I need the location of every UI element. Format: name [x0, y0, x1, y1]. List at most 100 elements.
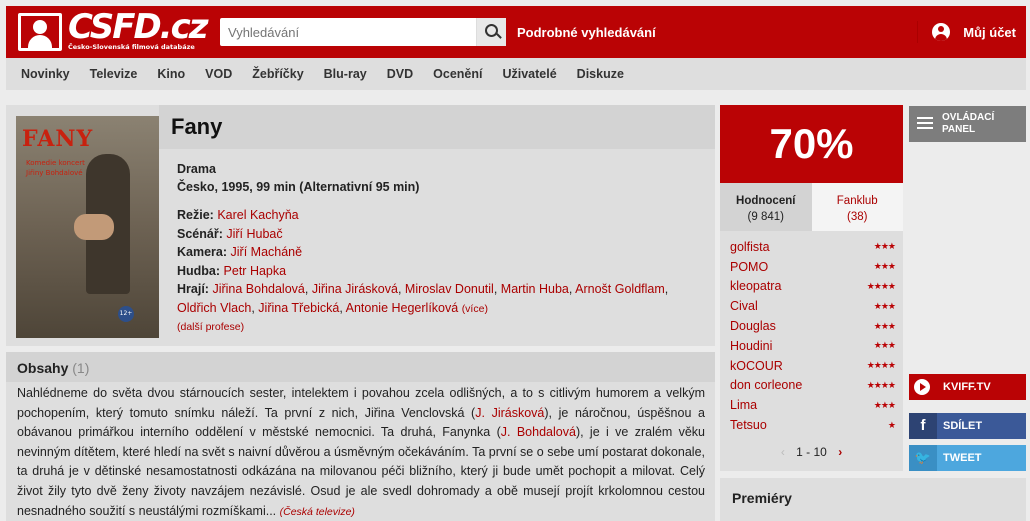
chevron-left-icon[interactable]: ‹	[781, 445, 785, 459]
logo-subtitle: Česko-Slovenská filmová databáze	[68, 43, 195, 51]
premieres-title: Premiéry	[732, 490, 792, 506]
nav-item-uzivatele[interactable]: Uživatelé	[502, 67, 556, 81]
pager-range: 1 - 10	[796, 445, 827, 459]
creator-row-cast: Hrají: Jiřina Bohdalová, Jiřina Jiráskov…	[177, 282, 669, 315]
tweet-label: TWEET	[943, 452, 982, 464]
main-nav: Novinky Televize Kino VOD Žebříčky Blu-r…	[6, 58, 1026, 90]
search-icon[interactable]	[476, 18, 506, 46]
cast-link[interactable]: Antonie Hegerlíková	[346, 301, 459, 315]
cast-link[interactable]: Jiřina Jirásková	[312, 282, 398, 296]
list-item: kOCOUR ★★★★	[730, 356, 896, 376]
rating-user-link[interactable]: kleopatra	[730, 279, 781, 293]
chevron-right-icon[interactable]: ›	[838, 445, 842, 459]
advanced-search-link[interactable]: Podrobné vyhledávání	[517, 25, 656, 40]
creator-row-directing: Režie: Karel Kachyňa	[177, 208, 299, 222]
nav-item-zebricky[interactable]: Žebříčky	[252, 67, 303, 81]
composer-link[interactable]: Petr Hapka	[224, 264, 287, 278]
poster-rating-badge: 12+	[118, 306, 134, 322]
director-link[interactable]: Karel Kachyňa	[217, 208, 298, 222]
list-item: Houdini ★★★	[730, 336, 896, 356]
rating-user-link[interactable]: golfista	[730, 240, 770, 254]
poster-child	[74, 214, 114, 240]
star-rating-icon: ★★★	[873, 241, 896, 252]
list-item: POMO ★★★	[730, 257, 896, 277]
film-creators: Režie: Karel Kachyňa Scénář: Jiří Hubač …	[177, 206, 707, 336]
rating-pager: ‹ 1 - 10 ›	[720, 445, 903, 459]
control-panel-button[interactable]: OVLÁDACÍ PANEL	[909, 106, 1026, 142]
creator-row-screenplay: Scénář: Jiří Hubač	[177, 226, 283, 241]
rating-user-link[interactable]: kOCOUR	[730, 359, 783, 373]
kviff-tv-button[interactable]: KVIFF.TV	[909, 374, 1026, 400]
nav-item-diskuze[interactable]: Diskuze	[577, 67, 624, 81]
rating-user-link[interactable]: Douglas	[730, 319, 776, 333]
list-item: golfista ★★★	[730, 237, 896, 257]
more-professions-link[interactable]: (další profese)	[177, 318, 707, 336]
cast-link[interactable]: Martin Huba	[501, 282, 569, 296]
film-genre: Drama	[177, 162, 216, 176]
poster-subtitle: Komedie koncert Jiřiny Bohdalové	[26, 159, 85, 177]
account-label: Můj účet	[963, 24, 1016, 40]
rating-user-list: golfista ★★★ POMO ★★★ kleopatra ★★★★ Cival ★…	[730, 237, 896, 435]
share-button[interactable]: f SDÍLET	[909, 413, 1026, 439]
search-input[interactable]	[220, 18, 470, 46]
twitter-icon: 🐦	[909, 445, 937, 471]
rating-percent: 70%	[720, 105, 903, 183]
rating-user-link[interactable]: don corleone	[730, 378, 802, 392]
play-icon	[909, 374, 937, 400]
site-logo[interactable]: CSFD.cz Česko-Slovenská filmová databáze	[18, 7, 209, 51]
cast-more-link[interactable]: (více)	[462, 303, 488, 315]
nav-item-novinky[interactable]: Novinky	[21, 67, 70, 81]
nav-item-bluray[interactable]: Blu-ray	[324, 67, 367, 81]
cast-link[interactable]: Jiřina Bohdalová	[212, 282, 304, 296]
cast-link[interactable]: Miroslav Donutil	[405, 282, 494, 296]
plot-header: Obsahy (1)	[6, 352, 715, 382]
logo-text: CSFD.cz	[68, 7, 209, 47]
rating-user-link[interactable]: Houdini	[730, 339, 772, 353]
cast-link[interactable]: Oldřich Vlach	[177, 301, 251, 315]
list-item: don corleone ★★★★	[730, 376, 896, 396]
creator-row-camera: Kamera: Jiří Macháně	[177, 245, 303, 259]
nav-item-dvd[interactable]: DVD	[387, 67, 413, 81]
premieres-section: Premiéry	[720, 478, 1026, 521]
account-button[interactable]: Můj účet	[917, 21, 1016, 43]
nav-item-vod[interactable]: VOD	[205, 67, 232, 81]
film-header: Fany	[159, 105, 715, 149]
star-rating-icon: ★★★	[873, 261, 896, 272]
star-rating-icon: ★★★★	[866, 379, 896, 390]
nav-item-kino[interactable]: Kino	[157, 67, 185, 81]
film-origin: Česko, 1995, 99 min (Alternativní 95 min…	[177, 180, 420, 194]
rating-user-link[interactable]: Cival	[730, 299, 758, 313]
rating-user-link[interactable]: Tetsuo	[730, 418, 767, 432]
tweet-button[interactable]: 🐦 TWEET	[909, 445, 1026, 471]
plot-text: Nahlédneme do světa dvou stárnoucích ses…	[17, 386, 705, 518]
screenwriter-link[interactable]: Jiří Hubač	[226, 227, 282, 241]
plot-actor-link[interactable]: J. Jirásková	[475, 406, 544, 420]
list-item: Cival ★★★	[730, 296, 896, 316]
nav-item-oceneni[interactable]: Ocenění	[433, 67, 482, 81]
star-rating-icon: ★★★	[873, 320, 896, 331]
rating-user-link[interactable]: Lima	[730, 398, 757, 412]
tab-fanclub[interactable]: Fanklub (38)	[811, 183, 903, 231]
rating-tabs: Hodnocení (9 841) Fanklub (38)	[720, 183, 903, 231]
film-poster[interactable]: FANY Komedie koncert Jiřiny Bohdalové 12…	[16, 116, 159, 338]
star-rating-icon: ★★★	[873, 300, 896, 311]
star-rating-icon: ★	[887, 419, 896, 430]
plot-actor-link[interactable]: J. Bohdalová	[501, 425, 576, 439]
cast-link[interactable]: Jiřina Třebická	[258, 301, 339, 315]
plot-source[interactable]: (Česká televize)	[280, 506, 355, 518]
rating-user-link[interactable]: POMO	[730, 260, 768, 274]
nav-item-televize[interactable]: Televize	[90, 67, 138, 81]
tab-ratings[interactable]: Hodnocení (9 841)	[720, 183, 812, 231]
star-rating-icon: ★★★★	[866, 360, 896, 371]
plot-section: Obsahy (1) Nahlédneme do světa dvou stár…	[6, 352, 715, 521]
star-rating-icon: ★★★	[873, 340, 896, 351]
cast-link[interactable]: Arnošt Goldflam	[575, 282, 665, 296]
list-item: kleopatra ★★★★	[730, 277, 896, 297]
list-item: Tetsuo ★	[730, 415, 896, 435]
camera-link[interactable]: Jiří Macháně	[231, 245, 303, 259]
rating-panel: 70% Hodnocení (9 841) Fanklub (38) golfi…	[720, 105, 903, 471]
star-rating-icon: ★★★	[873, 399, 896, 410]
list-item: Lima ★★★	[730, 395, 896, 415]
film-title: Fany	[171, 114, 223, 139]
plot-title: Obsahy (1)	[17, 360, 90, 376]
